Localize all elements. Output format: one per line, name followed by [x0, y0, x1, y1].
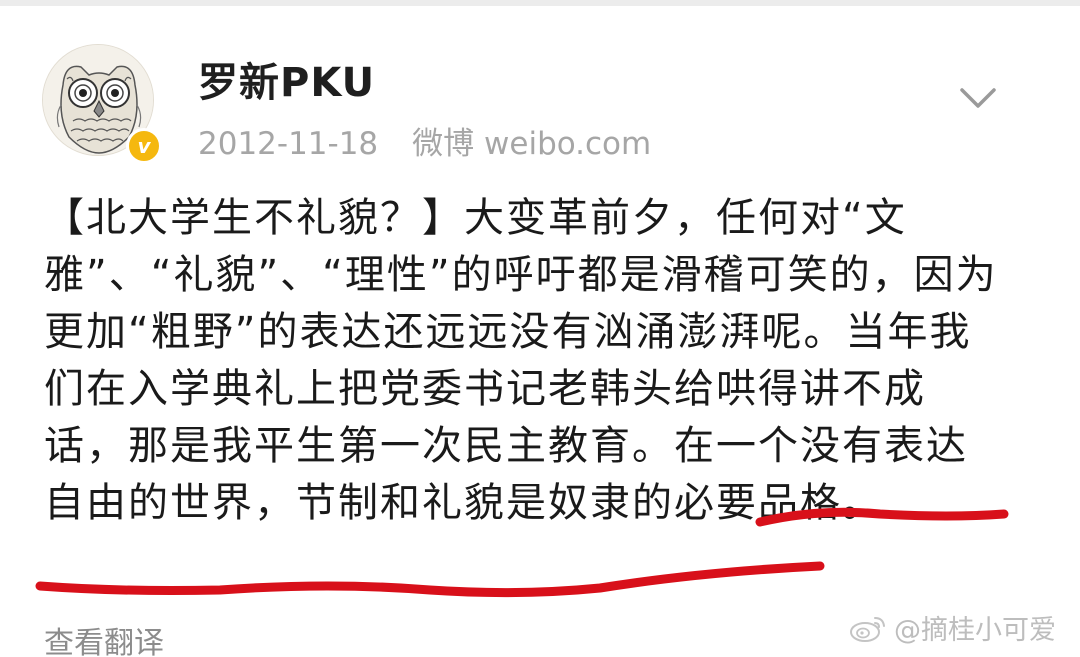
weibo-logo-icon	[850, 616, 885, 642]
post-body: 【北大学生不礼貌？】大变革前夕，任何对“文 雅”、“礼貌”、“理性”的呼吁都是滑…	[44, 190, 1034, 532]
verified-badge-label: v	[137, 134, 151, 158]
post-body-line: 雅”、“礼貌”、“理性”的呼吁都是滑稽可笑的，因为	[44, 252, 998, 298]
post-body-line: 自由的世界，节制和礼貌是奴隶的必要品格。	[44, 480, 884, 526]
post-body-line: 更加“粗野”的表达还远远没有汹涌澎湃呢。当年我	[44, 309, 972, 355]
post-body-line: 们在入学典礼上把党委书记老韩头给哄得讲不成	[44, 366, 926, 412]
author-name[interactable]: 罗新PKU	[198, 50, 375, 108]
post-body-line: 话，那是我平生第一次民主教育。在一个没有表达	[44, 423, 968, 469]
post-body-line: 【北大学生不礼貌？】大变革前夕，任何对“文	[44, 195, 907, 241]
view-translation-link[interactable]: 查看翻译	[44, 618, 164, 657]
post-date: 2012-11-18	[198, 126, 379, 162]
top-divider	[0, 0, 1080, 6]
weibo-post-card: v 罗新PKU 2012-11-18 微博 weibo.com 【北大学生不礼貌？…	[0, 0, 1080, 657]
chevron-down-icon[interactable]	[958, 82, 998, 116]
post-source[interactable]: 微博 weibo.com	[412, 126, 651, 162]
watermark-text: @摘桂小可爱	[894, 615, 1056, 646]
verified-badge-icon: v	[126, 128, 162, 164]
watermark: @摘桂小可爱	[848, 608, 1056, 647]
author-avatar[interactable]: v	[42, 44, 162, 164]
post-meta: 2012-11-18 微博 weibo.com	[198, 118, 651, 163]
